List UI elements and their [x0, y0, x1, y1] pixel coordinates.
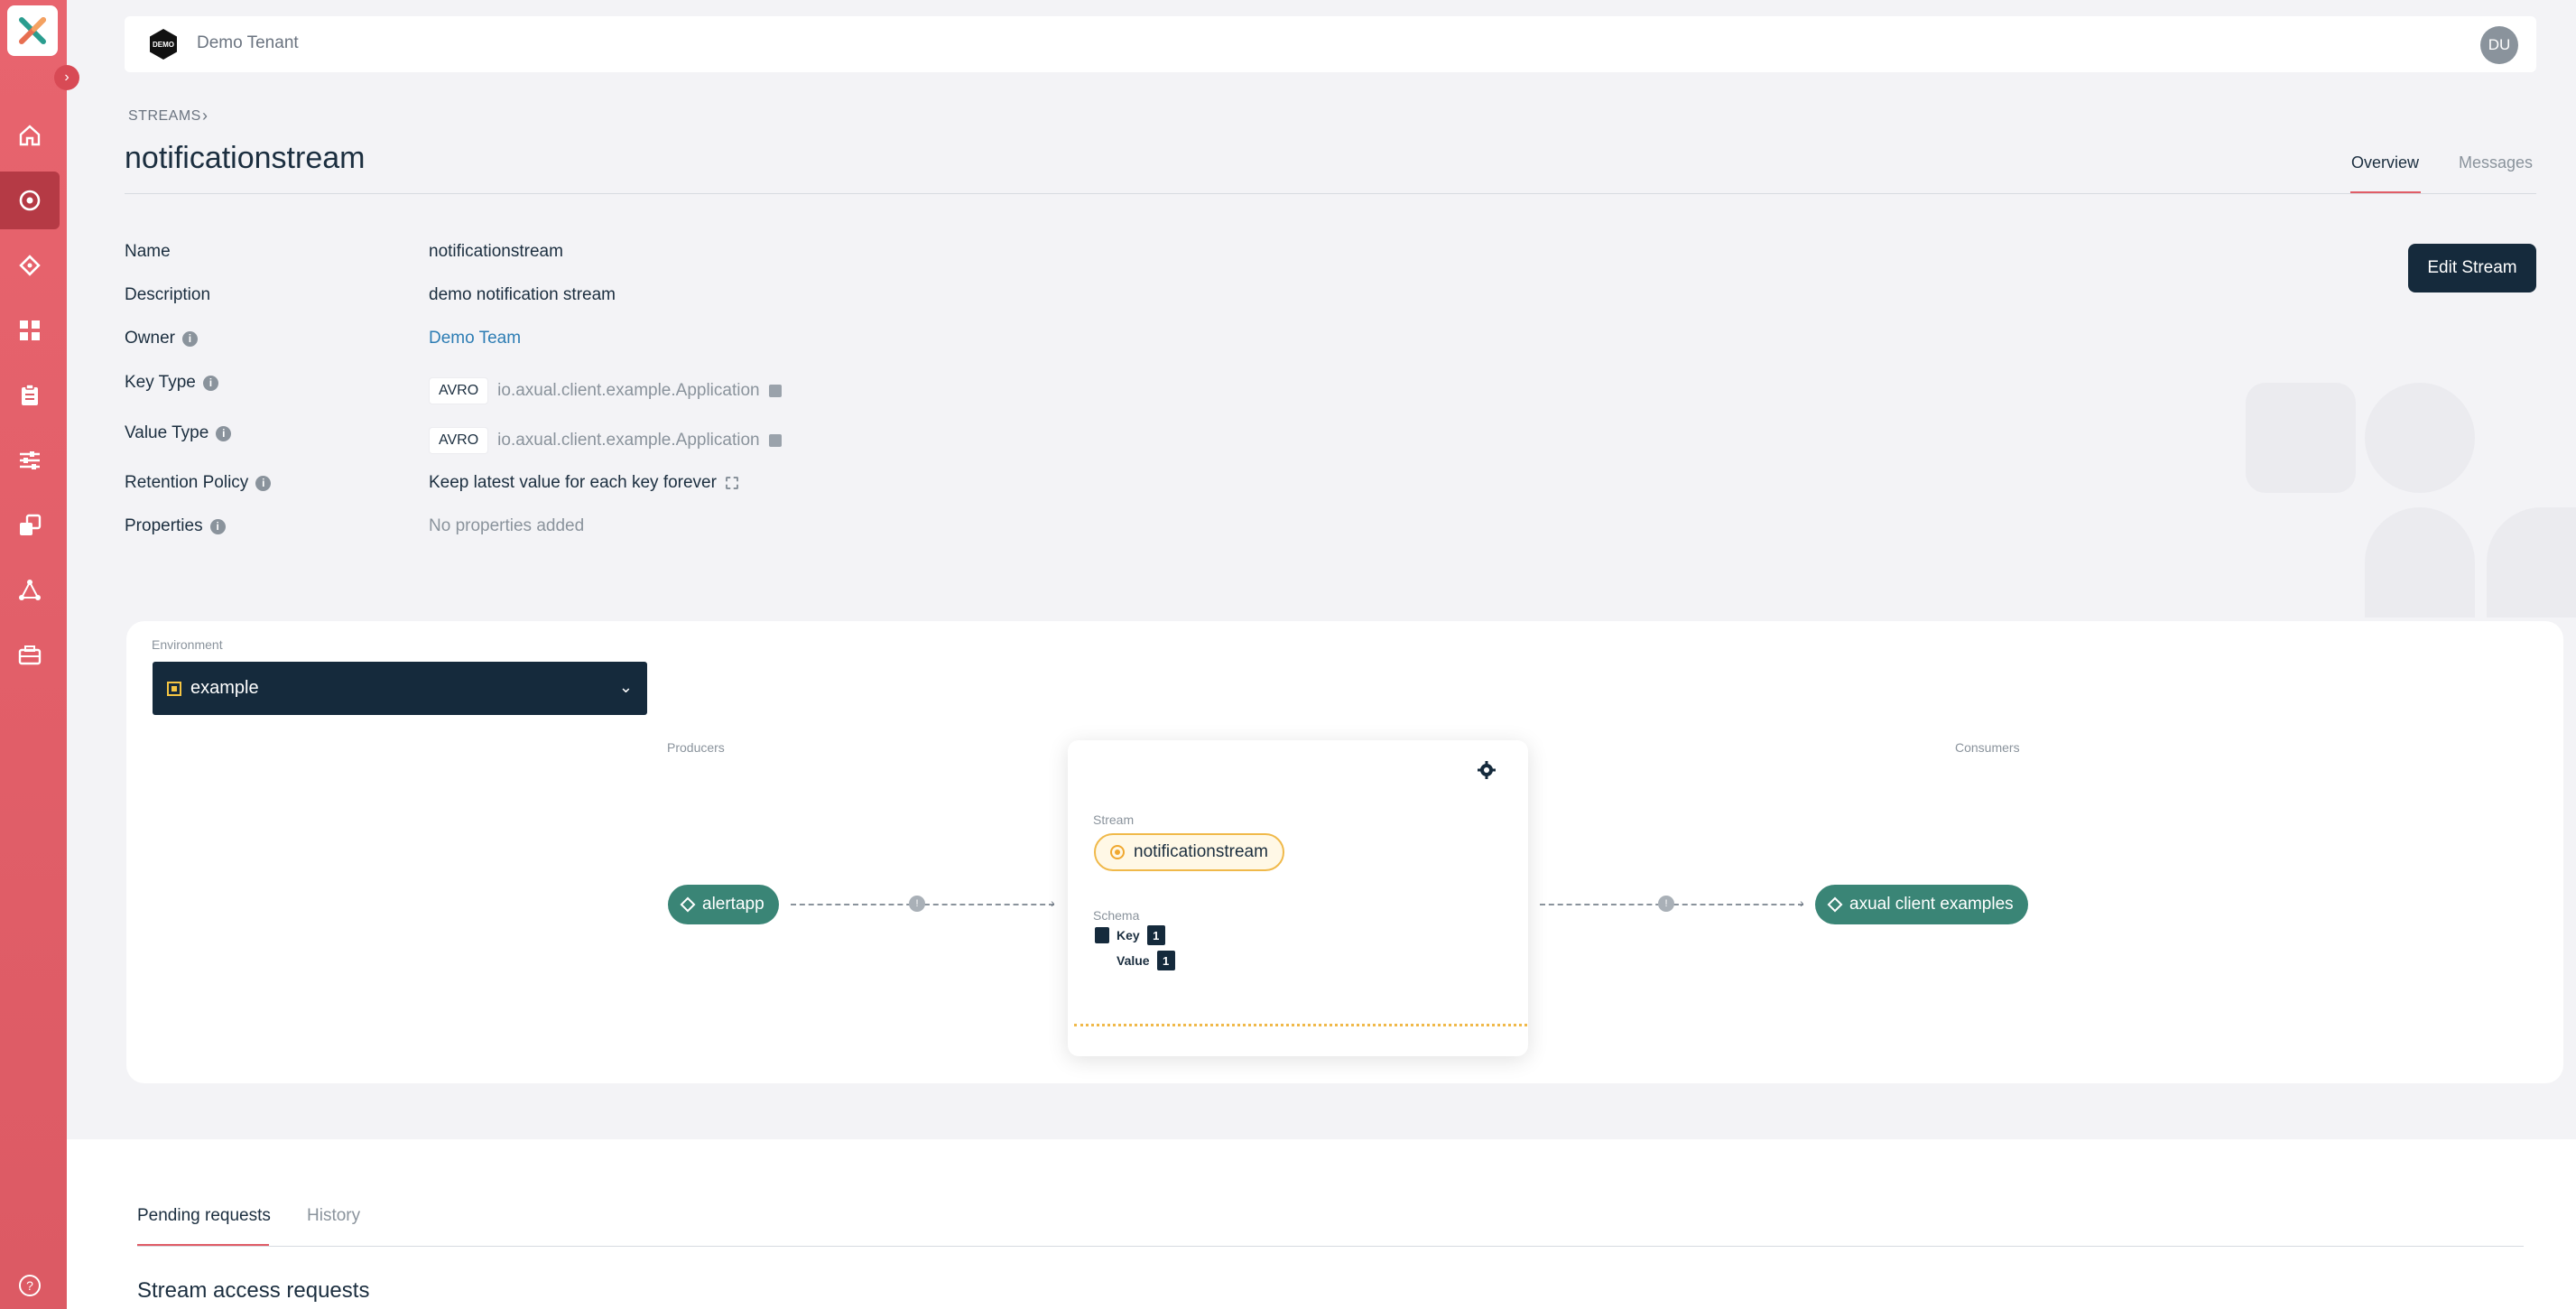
axual-logo[interactable]	[7, 5, 58, 56]
properties-value: No properties added	[429, 516, 585, 535]
edit-stream-button[interactable]: Edit Stream	[2408, 244, 2536, 292]
tab-pending-requests[interactable]: Pending requests	[137, 1206, 271, 1226]
retention-compact-icon	[725, 477, 738, 489]
chevron-down-icon: ⌄	[618, 678, 633, 696]
schema-label: Schema	[1093, 908, 1140, 923]
stream-card	[1068, 740, 1528, 1056]
svg-text:DEMO: DEMO	[153, 41, 174, 49]
consumers-label: Consumers	[1955, 740, 2020, 755]
stream-flow-decoration	[1074, 1024, 1527, 1026]
settings-sliders-icon	[20, 451, 40, 469]
sidebar-item-streams[interactable]	[0, 172, 60, 229]
sidebar-item-instances[interactable]	[0, 627, 60, 684]
schema-details-icon[interactable]	[768, 434, 782, 447]
producer-connection-info-icon[interactable]: !	[909, 896, 925, 912]
tenant-logo: DEMO	[150, 29, 177, 60]
breadcrumb-chevron-icon: ›	[202, 107, 208, 125]
info-icon[interactable]: i	[181, 330, 198, 347]
tab-history[interactable]: History	[307, 1206, 360, 1226]
stream-label: Stream	[1093, 812, 1135, 827]
stream-icon	[1110, 845, 1125, 859]
value-type-value: AVRO io.axual.client.example.Application	[429, 427, 782, 454]
svg-text:?: ?	[26, 1278, 33, 1293]
tab-overview[interactable]: Overview	[2351, 153, 2419, 172]
name-label: Name	[125, 242, 171, 261]
environment-label: Environment	[152, 637, 223, 652]
consumer-app-pill[interactable]: axual client examples	[1815, 885, 2028, 924]
top-bar: DEMO Demo Tenant DU	[125, 16, 2536, 72]
sidebar-item-settings[interactable]	[0, 432, 60, 489]
question-icon[interactable]: ?	[17, 1273, 42, 1298]
environment-icon	[167, 681, 181, 696]
key-type-value: AVRO io.axual.client.example.Application	[429, 377, 782, 404]
schema-value-version-badge[interactable]: 1	[1156, 951, 1175, 970]
value-type-label: Value Type i	[125, 423, 232, 443]
consumer-connection-info-icon[interactable]: !	[1658, 896, 1674, 912]
home-icon	[19, 125, 41, 146]
application-icon	[680, 896, 696, 913]
user-avatar[interactable]: DU	[2480, 26, 2518, 64]
tenant-name: Demo Tenant	[197, 33, 299, 52]
schema-details-icon[interactable]	[768, 385, 782, 397]
schema-key-row: Key 1	[1095, 925, 1165, 945]
environments-icon	[20, 514, 42, 535]
decorative-shape	[2246, 383, 2356, 493]
stream-access-requests-title: Stream access requests	[137, 1278, 370, 1303]
retention-label: Retention Policy i	[125, 473, 272, 493]
retention-value: Keep latest value for each key forever	[429, 473, 738, 493]
info-icon[interactable]: i	[202, 375, 218, 391]
dashboard-icon	[20, 320, 40, 340]
key-type-label: Key Type i	[125, 373, 218, 393]
value-schema-name: io.axual.client.example.Application	[497, 431, 760, 450]
stream-pill[interactable]: notificationstream	[1094, 833, 1284, 871]
info-icon[interactable]: i	[209, 518, 226, 534]
connectors-icon	[19, 580, 41, 600]
sidebar: ?	[0, 0, 67, 1309]
decorative-shape	[2365, 507, 2475, 617]
properties-label: Properties i	[125, 516, 226, 536]
sidebar-item-dashboard[interactable]	[0, 302, 60, 359]
producer-app-pill[interactable]: alertapp	[668, 885, 779, 924]
sidebar-item-home[interactable]	[0, 107, 60, 164]
divider	[137, 1246, 2524, 1247]
requests-section	[67, 1139, 2576, 1309]
gear-icon[interactable]	[1477, 760, 1496, 780]
sidebar-item-applications[interactable]	[0, 237, 60, 294]
schema-key-version-badge[interactable]: 1	[1146, 925, 1165, 945]
owner-label: Owner i	[125, 329, 198, 348]
application-icon	[1827, 896, 1843, 913]
tab-messages[interactable]: Messages	[2459, 153, 2533, 172]
key-schema-name: io.axual.client.example.Application	[497, 381, 760, 400]
breadcrumb-streams[interactable]: STREAMS	[128, 108, 201, 125]
schemas-icon	[22, 384, 38, 405]
owner-link[interactable]: Demo Team	[429, 329, 521, 348]
schema-value-row: Value 1	[1117, 951, 1175, 970]
streams-icon	[19, 190, 41, 211]
applications-icon	[19, 255, 41, 276]
sidebar-item-environments[interactable]	[0, 497, 60, 554]
key-format-badge: AVRO	[429, 377, 489, 404]
info-icon[interactable]: i	[255, 475, 272, 491]
owner-value: Demo Team	[429, 329, 521, 348]
page-title: notificationstream	[125, 141, 366, 175]
schema-icon	[1095, 927, 1109, 943]
decorative-shape	[2365, 383, 2475, 493]
arrow-right-icon: ›	[1800, 896, 1804, 910]
environment-select[interactable]: example ⌄	[153, 662, 647, 715]
info-icon[interactable]: i	[216, 425, 232, 441]
description-label: Description	[125, 285, 211, 304]
producers-label: Producers	[667, 740, 725, 755]
sidebar-item-schemas[interactable]	[0, 367, 60, 424]
instances-icon	[18, 645, 42, 665]
divider	[125, 193, 2536, 194]
value-format-badge: AVRO	[429, 427, 489, 454]
sidebar-item-connectors[interactable]	[0, 562, 60, 619]
name-value: notificationstream	[429, 242, 563, 261]
sidebar-expand-button[interactable]: ›	[54, 65, 79, 90]
environment-selected-value: example	[190, 678, 259, 698]
arrow-right-icon: ›	[1051, 896, 1055, 910]
description-value: demo notification stream	[429, 285, 616, 304]
decorative-shape	[2487, 507, 2576, 617]
